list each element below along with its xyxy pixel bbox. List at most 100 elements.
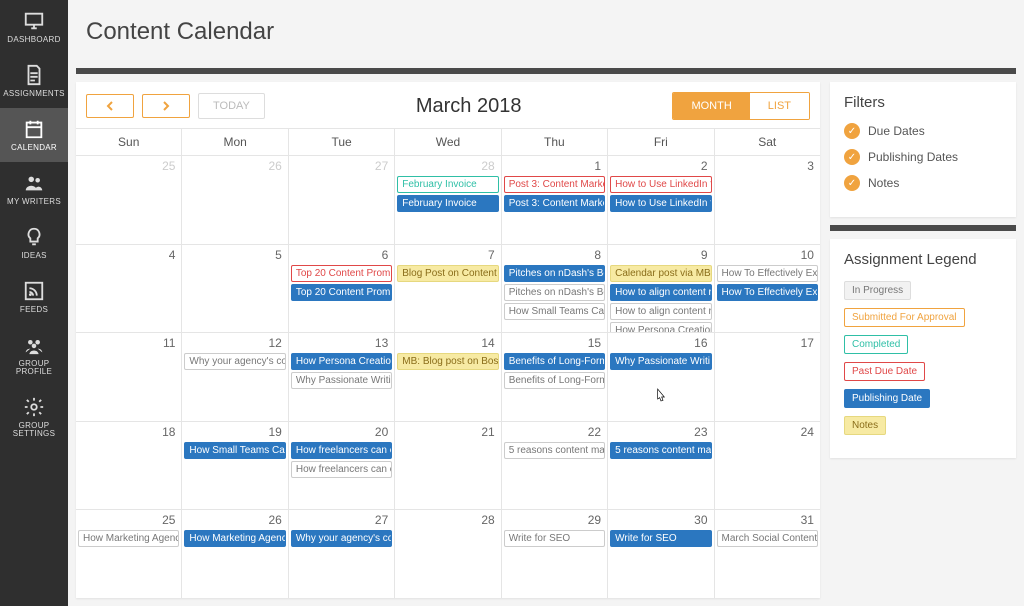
sidebar-item-writers[interactable]: MY WRITERS	[0, 162, 68, 216]
calendar-event[interactable]: How to align content r	[610, 284, 711, 301]
calendar-day[interactable]: 12Why your agency's co	[182, 333, 288, 421]
calendar-title: March 2018	[265, 95, 673, 118]
calendar-day[interactable]: 1Post 3: Content MarkePost 3: Content Ma…	[502, 156, 608, 244]
sidebar-item-feeds[interactable]: FEEDS	[0, 270, 68, 324]
calendar-day[interactable]: 25How Marketing Agenc	[76, 510, 182, 598]
calendar-event[interactable]: Why your agency's co	[291, 530, 392, 547]
calendar-event[interactable]: How Small Teams Can	[504, 303, 605, 320]
calendar-day[interactable]: 30Write for SEO	[608, 510, 714, 598]
sidebar-item-assignments[interactable]: ASSIGNMENTS	[0, 54, 68, 108]
calendar-event[interactable]: March Social Content	[717, 530, 818, 547]
calendar-event[interactable]: Post 3: Content Marke	[504, 176, 605, 193]
sidebar-item-calendar[interactable]: CALENDAR	[0, 108, 68, 162]
calendar-day[interactable]: 26How Marketing Agenc	[182, 510, 288, 598]
calendar-event[interactable]: How Marketing Agenc	[184, 530, 285, 547]
calendar-day[interactable]: 28	[395, 510, 501, 598]
day-number: 28	[481, 159, 494, 173]
calendar-event[interactable]: How Persona Creation	[291, 353, 392, 370]
calendar-day[interactable]: 28 February Invoice February Invoice	[395, 156, 501, 244]
filter-item[interactable]: ✓Notes	[844, 175, 1002, 191]
calendar-event[interactable]: How to Use LinkedIn f	[610, 195, 711, 212]
calendar-event[interactable]: Benefits of Long-Form	[504, 353, 605, 370]
prev-button[interactable]	[86, 94, 134, 118]
calendar-event[interactable]: MB: Blog post on Bost	[397, 353, 498, 370]
sidebar-item-label: IDEAS	[21, 252, 47, 260]
view-month[interactable]: MONTH	[673, 93, 749, 119]
calendar-event[interactable]: How Marketing Agenc	[78, 530, 179, 547]
sidebar-item-group-settings[interactable]: GROUP SETTINGS	[0, 386, 68, 448]
calendar-day[interactable]: 25	[76, 156, 182, 244]
calendar-day[interactable]: 27	[289, 156, 395, 244]
calendar-day[interactable]: 29Write for SEO	[502, 510, 608, 598]
calendar-event[interactable]: How Persona Creation	[610, 322, 711, 333]
filter-item[interactable]: ✓Publishing Dates	[844, 149, 1002, 165]
day-number: 7	[488, 248, 495, 262]
day-number: 21	[481, 425, 494, 439]
calendar-event[interactable]: Why your agency's co	[184, 353, 285, 370]
calendar-event[interactable]: 5 reasons content ma	[504, 442, 605, 459]
calendar-event[interactable]: February Invoice	[397, 176, 498, 193]
calendar-event[interactable]: Top 20 Content Prom	[291, 265, 392, 282]
calendar-event[interactable]: Benefits of Long-Form	[504, 372, 605, 389]
calendar-day[interactable]: 7 Blog Post on Content	[395, 245, 501, 333]
day-number: 31	[801, 513, 814, 527]
calendar-day[interactable]: 13How Persona CreationWhy Passionate Wri…	[289, 333, 395, 421]
calendar-day[interactable]: 9Calendar post via MBHow to align conten…	[608, 245, 714, 333]
dow-header: Sat	[715, 129, 820, 155]
calendar-panel: TODAY March 2018 MONTH LIST SunMonTueWed…	[76, 82, 820, 598]
calendar-day[interactable]: 17	[715, 333, 820, 421]
calendar-event[interactable]: How to Use LinkedIn f	[610, 176, 711, 193]
calendar-event[interactable]: Calendar post via MB	[610, 265, 711, 282]
calendar-event[interactable]: How To Effectively Ex	[717, 265, 818, 282]
calendar-day[interactable]: 6Top 20 Content PromTop 20 Content Prom	[289, 245, 395, 333]
calendar-event[interactable]: Write for SEO	[610, 530, 711, 547]
calendar-day[interactable]: 24	[715, 422, 820, 510]
calendar-day[interactable]: 15Benefits of Long-FormBenefits of Long-…	[502, 333, 608, 421]
calendar-event[interactable]: How To Effectively Ex	[717, 284, 818, 301]
calendar-day[interactable]: 3	[715, 156, 820, 244]
calendar-day[interactable]: 2 How to Use LinkedIn f How to Use LinkedI…	[608, 156, 714, 244]
calendar-day[interactable]: 225 reasons content ma	[502, 422, 608, 510]
calendar-day[interactable]: 16Why Passionate Writi	[608, 333, 714, 421]
calendar-day[interactable]: 4	[76, 245, 182, 333]
calendar-day[interactable]: 11	[76, 333, 182, 421]
calendar-event[interactable]: Pitches on nDash's Be	[504, 265, 605, 282]
calendar-event[interactable]: Pitches on nDash's Be	[504, 284, 605, 301]
sidebar-item-dashboard[interactable]: DASHBOARD	[0, 0, 68, 54]
calendar-day[interactable]: 8Pitches on nDash's BePitches on nDash's…	[502, 245, 608, 333]
calendar-day[interactable]: 18	[76, 422, 182, 510]
calendar-event[interactable]: Top 20 Content Prom	[291, 284, 392, 301]
calendar-day[interactable]: 20How freelancers can eHow freelancers c…	[289, 422, 395, 510]
calendar-event[interactable]: 5 reasons content ma	[610, 442, 711, 459]
calendar-day[interactable]: 14MB: Blog post on Bost	[395, 333, 501, 421]
day-number: 26	[268, 159, 281, 173]
calendar-day[interactable]: 235 reasons content ma	[608, 422, 714, 510]
calendar-event[interactable]: Write for SEO	[504, 530, 605, 547]
calendar-event[interactable]: How to align content r	[610, 303, 711, 320]
day-number: 2	[701, 159, 708, 173]
calendar-day[interactable]: 5	[182, 245, 288, 333]
calendar-event[interactable]: Blog Post on Content	[397, 265, 498, 282]
sidebar-item-ideas[interactable]: IDEAS	[0, 216, 68, 270]
calendar-event[interactable]: Post 3: Content Marke	[504, 195, 605, 212]
calendar-event[interactable]: How freelancers can e	[291, 442, 392, 459]
view-list[interactable]: LIST	[750, 93, 809, 119]
filter-item[interactable]: ✓Due Dates	[844, 123, 1002, 139]
calendar-event[interactable]: Why Passionate Writi	[610, 353, 711, 370]
calendar-event[interactable]: February Invoice	[397, 195, 498, 212]
today-button[interactable]: TODAY	[198, 93, 265, 119]
calendar-day[interactable]: 10How To Effectively ExHow To Effectivel…	[715, 245, 820, 333]
calendar-day[interactable]: 27Why your agency's co	[289, 510, 395, 598]
calendar-day[interactable]: 31 March Social Content	[715, 510, 820, 598]
calendar-event[interactable]: Why Passionate Writi	[291, 372, 392, 389]
lightbulb-icon	[23, 226, 45, 248]
next-button[interactable]	[142, 94, 190, 118]
calendar-day[interactable]: 19How Small Teams Can	[182, 422, 288, 510]
panel-divider	[830, 225, 1016, 231]
calendar-event[interactable]: How freelancers can e	[291, 461, 392, 478]
sidebar-item-label: GROUP SETTINGS	[2, 422, 66, 438]
calendar-day[interactable]: 21	[395, 422, 501, 510]
calendar-day[interactable]: 26	[182, 156, 288, 244]
sidebar-item-group-profile[interactable]: GROUP PROFILE	[0, 324, 68, 386]
calendar-event[interactable]: How Small Teams Can	[184, 442, 285, 459]
